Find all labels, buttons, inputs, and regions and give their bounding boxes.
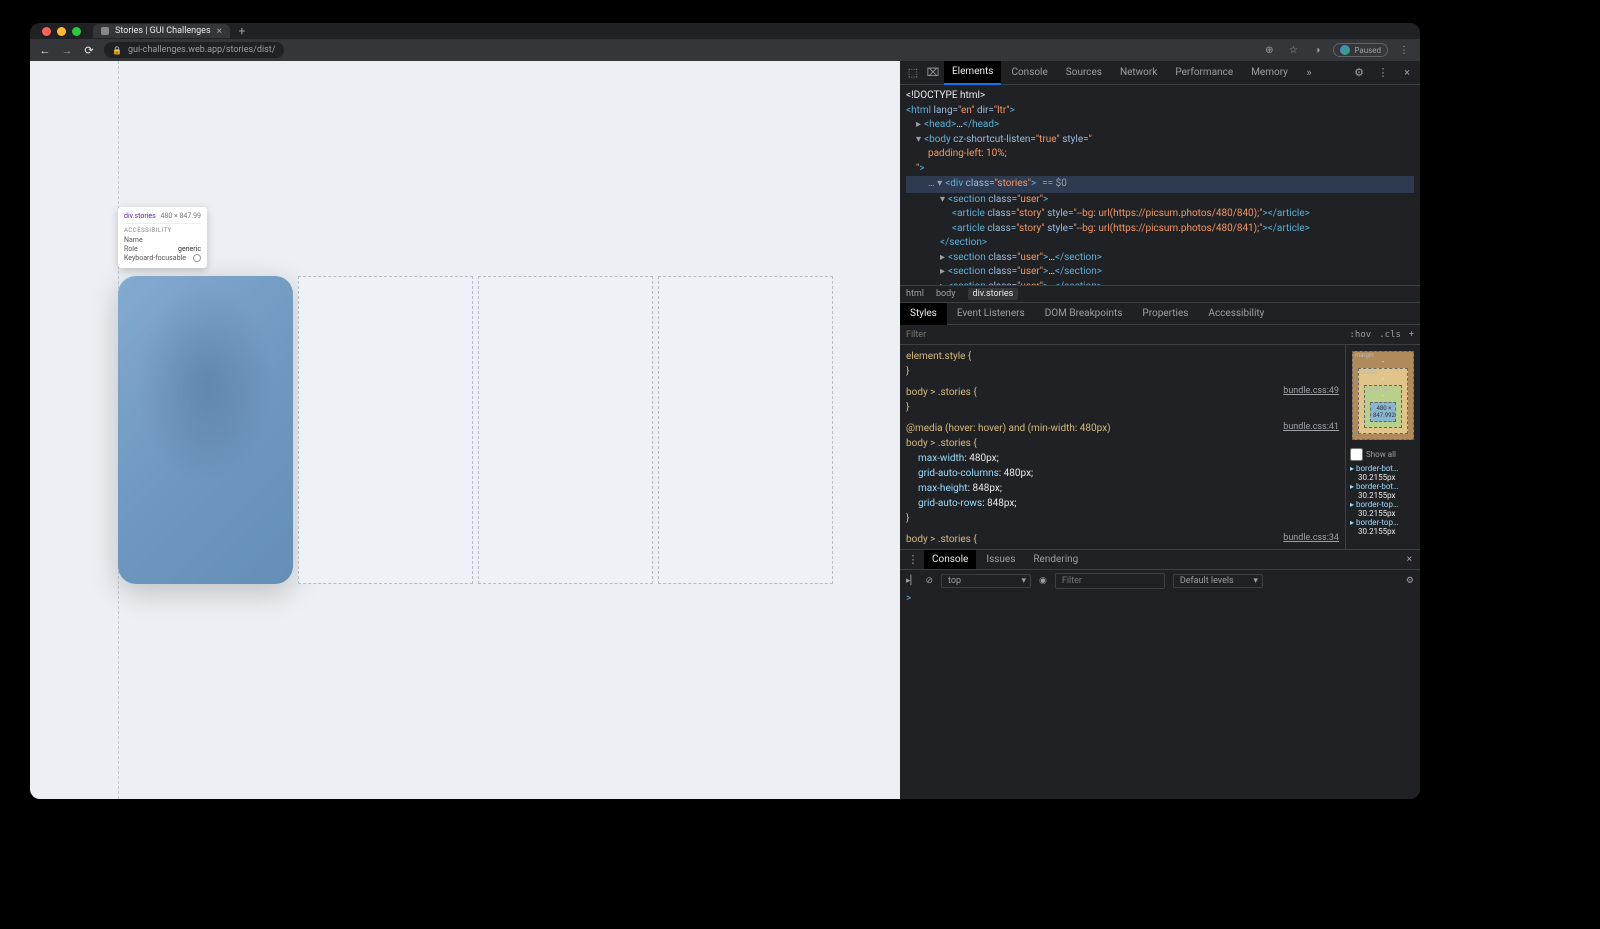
bookmark-icon[interactable]: ☆ — [1285, 45, 1301, 56]
profile-label: Paused — [1354, 46, 1381, 55]
tab-console[interactable]: Console — [1003, 61, 1055, 85]
devtools-header: ⬚ ⌧ Elements Console Sources Network Per… — [900, 61, 1420, 85]
drawer-tab-rendering[interactable]: Rendering — [1025, 550, 1086, 570]
tab-title: Stories | GUI Challenges — [115, 26, 211, 36]
drawer-menu-icon[interactable]: ⋮ — [904, 551, 922, 569]
eye-icon[interactable]: ◉ — [1039, 576, 1047, 586]
styles-body: element.style {}bundle.css:49body > .sto… — [900, 345, 1420, 549]
styles-filter-input[interactable] — [906, 330, 1342, 340]
devtools-panel: ⬚ ⌧ Elements Console Sources Network Per… — [900, 61, 1420, 799]
forward-button[interactable]: → — [60, 44, 74, 57]
minimize-window-button[interactable] — [57, 27, 66, 36]
more-tabs-icon[interactable]: » — [1300, 64, 1318, 82]
crumb-body[interactable]: body — [936, 289, 956, 299]
toolbar: ← → ⟳ 🔒 gui-challenges.web.app/stories/d… — [30, 39, 1420, 61]
lock-icon: 🔒 — [112, 46, 122, 55]
device-toolbar-icon[interactable]: ⌧ — [924, 64, 942, 82]
story-slot — [298, 276, 473, 584]
check-icon — [193, 254, 201, 262]
favicon-icon — [101, 27, 109, 35]
tab-performance[interactable]: Performance — [1167, 61, 1241, 85]
dom-doctype: <!DOCTYPE html> — [906, 90, 985, 101]
reload-button[interactable]: ⟳ — [82, 44, 96, 57]
tab-network[interactable]: Network — [1112, 61, 1165, 85]
console-drawer-tabs: ⋮ Console Issues Rendering × — [900, 549, 1420, 569]
content-split: div.stories 480 × 847.99 ACCESSIBILITY N… — [30, 61, 1420, 799]
stories-container — [118, 61, 598, 799]
browser-tab[interactable]: Stories | GUI Challenges × — [93, 24, 230, 38]
box-model[interactable]: margin- border- padding- 480 × 847.992 — [1346, 345, 1420, 446]
new-tab-button[interactable]: + — [236, 25, 248, 37]
styles-tabs: Styles Event Listeners DOM Breakpoints P… — [900, 303, 1420, 325]
tab-styles[interactable]: Styles — [900, 303, 947, 325]
crumb-stories[interactable]: div.stories — [968, 288, 1019, 300]
url-text: gui-challenges.web.app/stories/dist/ — [128, 45, 275, 55]
show-all-checkbox[interactable] — [1350, 448, 1363, 461]
tab-accessibility[interactable]: Accessibility — [1198, 303, 1274, 325]
menu-button[interactable]: ⋮ — [1396, 45, 1412, 56]
hov-toggle[interactable]: :hov — [1350, 330, 1372, 340]
add-rule-icon[interactable]: + — [1409, 330, 1414, 340]
crumb-html[interactable]: html — [906, 289, 924, 299]
drawer-tab-console[interactable]: Console — [924, 550, 976, 570]
tab-event-listeners[interactable]: Event Listeners — [947, 303, 1035, 325]
console-settings-icon[interactable]: ⚙ — [1406, 576, 1414, 586]
inspector-tooltip: div.stories 480 × 847.99 ACCESSIBILITY N… — [118, 207, 207, 268]
styles-filter-bar: :hov .cls + — [900, 325, 1420, 345]
browser-window: Stories | GUI Challenges × + ← → ⟳ 🔒 gui… — [30, 23, 1420, 799]
rendered-page[interactable]: div.stories 480 × 847.99 ACCESSIBILITY N… — [30, 61, 900, 799]
tooltip-role-label: Role — [124, 245, 138, 253]
box-model-content: 480 × 847.992 — [1370, 402, 1396, 422]
search-icon[interactable]: ⊕ — [1261, 45, 1277, 56]
tab-dom-breakpoints[interactable]: DOM Breakpoints — [1035, 303, 1133, 325]
address-bar[interactable]: 🔒 gui-challenges.web.app/stories/dist/ — [104, 42, 284, 58]
story-slot — [478, 276, 653, 584]
close-devtools-icon[interactable]: × — [1398, 64, 1416, 82]
window-controls — [38, 27, 81, 36]
console-sidebar-icon[interactable]: ▸▏ — [906, 576, 917, 586]
console-body[interactable]: > — [900, 591, 1420, 799]
dom-tree[interactable]: <!DOCTYPE html> <html lang="en" dir="ltr… — [900, 85, 1420, 285]
tooltip-kf-label: Keyboard-focusable — [124, 254, 186, 262]
story-card[interactable] — [118, 276, 293, 584]
computed-list[interactable]: Show all ▸ border-bot…30.2155px▸ border-… — [1346, 446, 1420, 538]
tab-strip: Stories | GUI Challenges × + — [30, 23, 1420, 39]
drawer-tab-issues[interactable]: Issues — [978, 550, 1023, 570]
settings-icon[interactable]: ⚙ — [1350, 64, 1368, 82]
style-rules[interactable]: element.style {}bundle.css:49body > .sto… — [900, 345, 1345, 549]
tab-elements[interactable]: Elements — [944, 61, 1001, 85]
tooltip-name-label: Name — [124, 236, 143, 244]
close-tab-button[interactable]: × — [217, 26, 222, 37]
close-drawer-icon[interactable]: × — [1403, 554, 1416, 565]
tab-sources[interactable]: Sources — [1058, 61, 1110, 85]
extension-icon[interactable]: ◑ — [1309, 45, 1325, 56]
tooltip-selector: div.stories — [124, 212, 156, 220]
kebab-icon[interactable]: ⋮ — [1374, 64, 1392, 82]
cls-toggle[interactable]: .cls — [1379, 330, 1401, 340]
tooltip-section: ACCESSIBILITY — [124, 223, 201, 234]
maximize-window-button[interactable] — [72, 27, 81, 36]
computed-pane: margin- border- padding- 480 × 847.992 S… — [1345, 345, 1420, 549]
tooltip-role-value: generic — [178, 245, 201, 253]
breadcrumb: html body div.stories — [900, 285, 1420, 303]
dom-selected-line[interactable]: … ▾<div class="stories">== $0 — [906, 176, 1414, 193]
avatar-icon — [1340, 45, 1350, 55]
dom-body-style: padding-left: 10%; — [928, 148, 1007, 159]
console-filter-input[interactable] — [1055, 573, 1165, 589]
story-slot — [658, 276, 833, 584]
console-prompt: > — [906, 593, 911, 604]
back-button[interactable]: ← — [38, 44, 52, 57]
inspect-element-icon[interactable]: ⬚ — [904, 64, 922, 82]
console-toolbar: ▸▏ ⊘ top ◉ Default levels ⚙ — [900, 569, 1420, 591]
tab-properties[interactable]: Properties — [1132, 303, 1198, 325]
show-all-label: Show all — [1366, 450, 1396, 459]
profile-button[interactable]: Paused — [1333, 43, 1388, 57]
tooltip-dimensions: 480 × 847.99 — [160, 212, 201, 220]
tab-memory[interactable]: Memory — [1243, 61, 1296, 85]
close-window-button[interactable] — [42, 27, 51, 36]
clear-console-icon[interactable]: ⊘ — [925, 576, 933, 586]
log-level-select[interactable]: Default levels — [1173, 574, 1263, 588]
context-select[interactable]: top — [941, 574, 1031, 588]
